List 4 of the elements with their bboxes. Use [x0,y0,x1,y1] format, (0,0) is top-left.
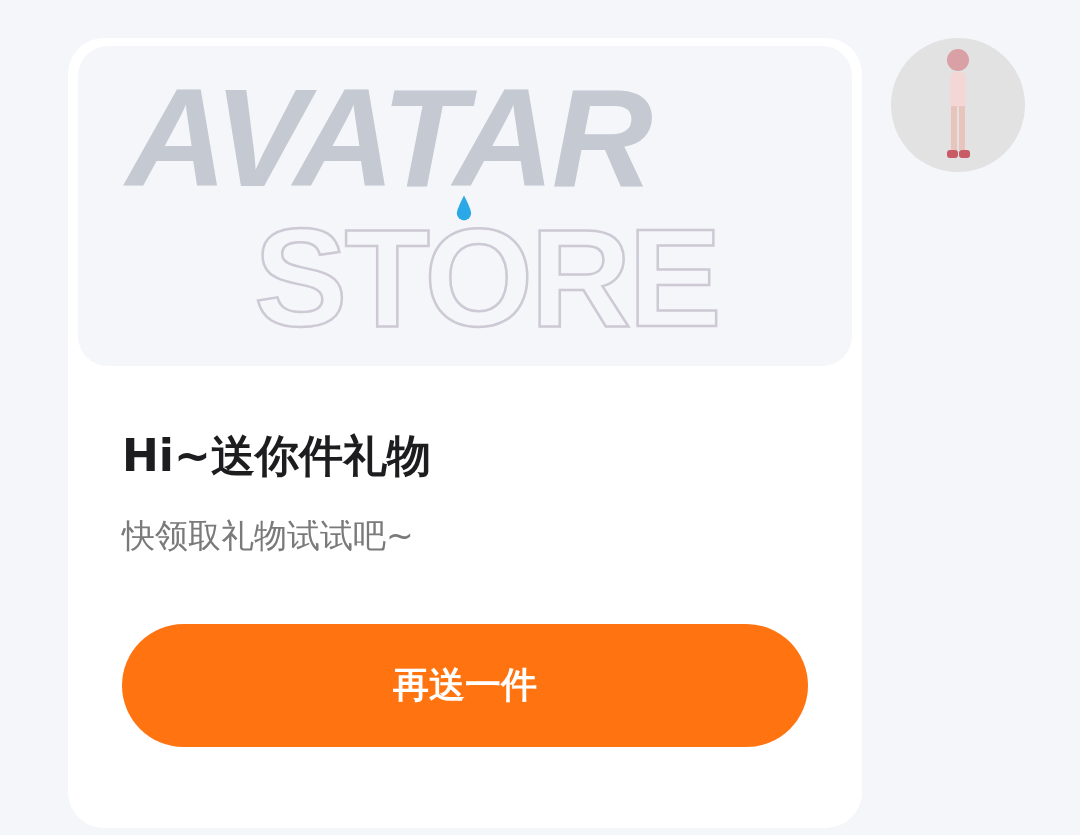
gift-title: Hi~送你件礼物 [122,429,432,483]
droplet-icon [456,194,472,222]
gift-subtitle: 快领取礼物试试吧~ [122,515,415,557]
send-again-button[interactable]: 再送一件 [122,624,808,747]
